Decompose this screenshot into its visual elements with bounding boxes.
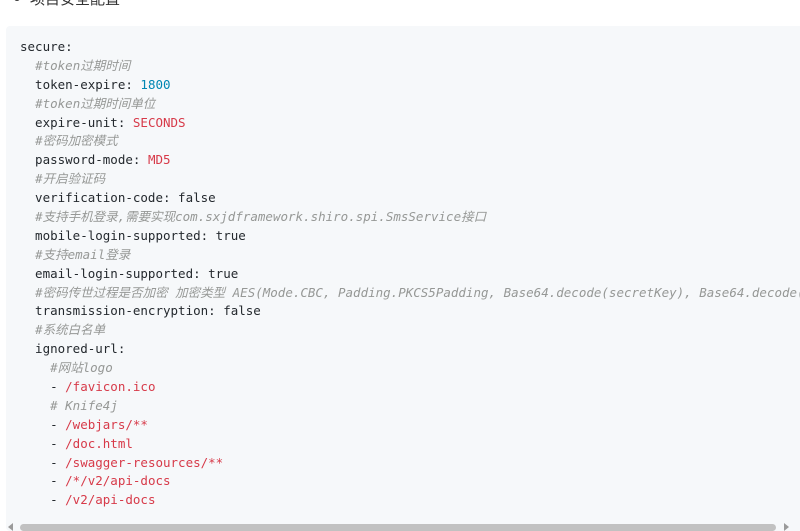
code-block[interactable]: secure: #token过期时间 token-expire: 1800 #t…	[6, 26, 800, 531]
code-line: mobile-login-supported: true	[20, 227, 800, 246]
code-line: - /*/v2/api-docs	[20, 472, 800, 491]
code-token-comment: # Knife4j	[50, 397, 118, 413]
code-token-key	[20, 322, 35, 337]
code-token-str: /webjars/**	[65, 416, 148, 432]
code-line: - /webjars/**	[20, 416, 800, 435]
code-token-key: secure:	[20, 39, 73, 54]
code-token-key: transmission-encryption:	[20, 303, 224, 319]
code-token-dash: -	[20, 473, 66, 489]
code-line: password-mode: MD5	[20, 151, 800, 170]
code-token-comment: #token过期时间	[35, 57, 131, 73]
bullet-icon	[14, 0, 20, 1]
code-line: token-expire: 1800	[20, 76, 800, 95]
code-token-comment: #密码传世过程是否加密 加密类型 AES(Mode.CBC, Padding.P…	[35, 284, 800, 300]
code-token-str: /*/v2/api-docs	[65, 473, 171, 489]
code-line: verification-code: false	[20, 189, 800, 208]
code-token-key	[20, 285, 35, 300]
code-token-dash: -	[20, 379, 66, 395]
code-token-bool: false	[223, 303, 261, 319]
code-token-str: SECONDS	[132, 114, 186, 130]
code-token-comment: #开启验证码	[35, 171, 106, 187]
code-line: #token过期时间单位	[20, 95, 800, 114]
code-token-key: email-login-supported:	[20, 265, 209, 281]
code-token-bool: false	[178, 190, 216, 206]
code-token-key: token-expire:	[20, 76, 141, 92]
scroll-right-arrow-icon[interactable]	[784, 523, 789, 531]
code-content: secure: #token过期时间 token-expire: 1800 #t…	[20, 38, 800, 510]
code-token-key	[20, 58, 35, 73]
code-line: email-login-supported: true	[20, 265, 800, 284]
code-line: expire-unit: SECONDS	[20, 114, 800, 133]
code-token-str: /v2/api-docs	[65, 492, 156, 508]
code-line: # Knife4j	[20, 397, 800, 416]
code-token-dash: -	[20, 435, 66, 451]
code-token-str: /swagger-resources/**	[65, 454, 224, 470]
code-token-bool: true	[208, 265, 239, 281]
section-heading-text: 项目安全配置	[30, 0, 120, 9]
code-token-key: ignored-url:	[20, 341, 126, 357]
code-line: #支持email登录	[20, 246, 800, 265]
code-token-bool: true	[215, 227, 246, 243]
code-token-dash: -	[20, 454, 66, 470]
code-line: #系统白名单	[20, 321, 800, 340]
code-token-key	[20, 171, 35, 186]
code-token-comment: #系统白名单	[35, 322, 106, 338]
code-token-key	[20, 247, 35, 262]
code-token-str: MD5	[147, 152, 171, 168]
code-token-str: /doc.html	[65, 435, 133, 451]
code-token-key	[20, 96, 35, 111]
section-heading: 项目安全配置	[14, 0, 120, 8]
code-token-comment: #密码加密模式	[35, 133, 118, 149]
scroll-left-arrow-icon[interactable]	[8, 523, 13, 531]
code-token-comment: #支持手机登录,需要实现com.sxjdframework.shiro.spi.…	[35, 209, 487, 225]
code-line: - /v2/api-docs	[20, 491, 800, 510]
code-token-key: mobile-login-supported:	[20, 227, 216, 243]
code-token-comment: #token过期时间单位	[35, 95, 156, 111]
code-token-key: expire-unit:	[20, 114, 133, 130]
code-token-key: verification-code:	[20, 190, 179, 206]
horizontal-scrollbar[interactable]	[20, 524, 776, 531]
code-token-num: 1800	[140, 76, 171, 92]
code-token-dash: -	[20, 492, 66, 508]
code-line: #token过期时间	[20, 57, 800, 76]
code-line: ignored-url:	[20, 340, 800, 359]
code-token-dash: -	[20, 416, 66, 432]
code-token-str: /favicon.ico	[65, 379, 156, 395]
code-token-key	[20, 133, 35, 148]
code-token-comment: #网站logo	[50, 360, 113, 376]
code-line: #网站logo	[20, 359, 800, 378]
code-token-comment: #支持email登录	[35, 246, 131, 262]
code-line: - /swagger-resources/**	[20, 454, 800, 473]
code-line: transmission-encryption: false	[20, 302, 800, 321]
code-line: secure:	[20, 38, 800, 57]
code-line: #开启验证码	[20, 170, 800, 189]
code-line: #密码加密模式	[20, 132, 800, 151]
code-token-key	[20, 398, 50, 413]
code-line: - /favicon.ico	[20, 378, 800, 397]
code-line: #密码传世过程是否加密 加密类型 AES(Mode.CBC, Padding.P…	[20, 284, 800, 303]
code-line: #支持手机登录,需要实现com.sxjdframework.shiro.spi.…	[20, 208, 800, 227]
code-token-key	[20, 360, 50, 375]
code-line: - /doc.html	[20, 435, 800, 454]
code-token-key	[20, 209, 35, 224]
code-token-key: password-mode:	[20, 152, 148, 168]
